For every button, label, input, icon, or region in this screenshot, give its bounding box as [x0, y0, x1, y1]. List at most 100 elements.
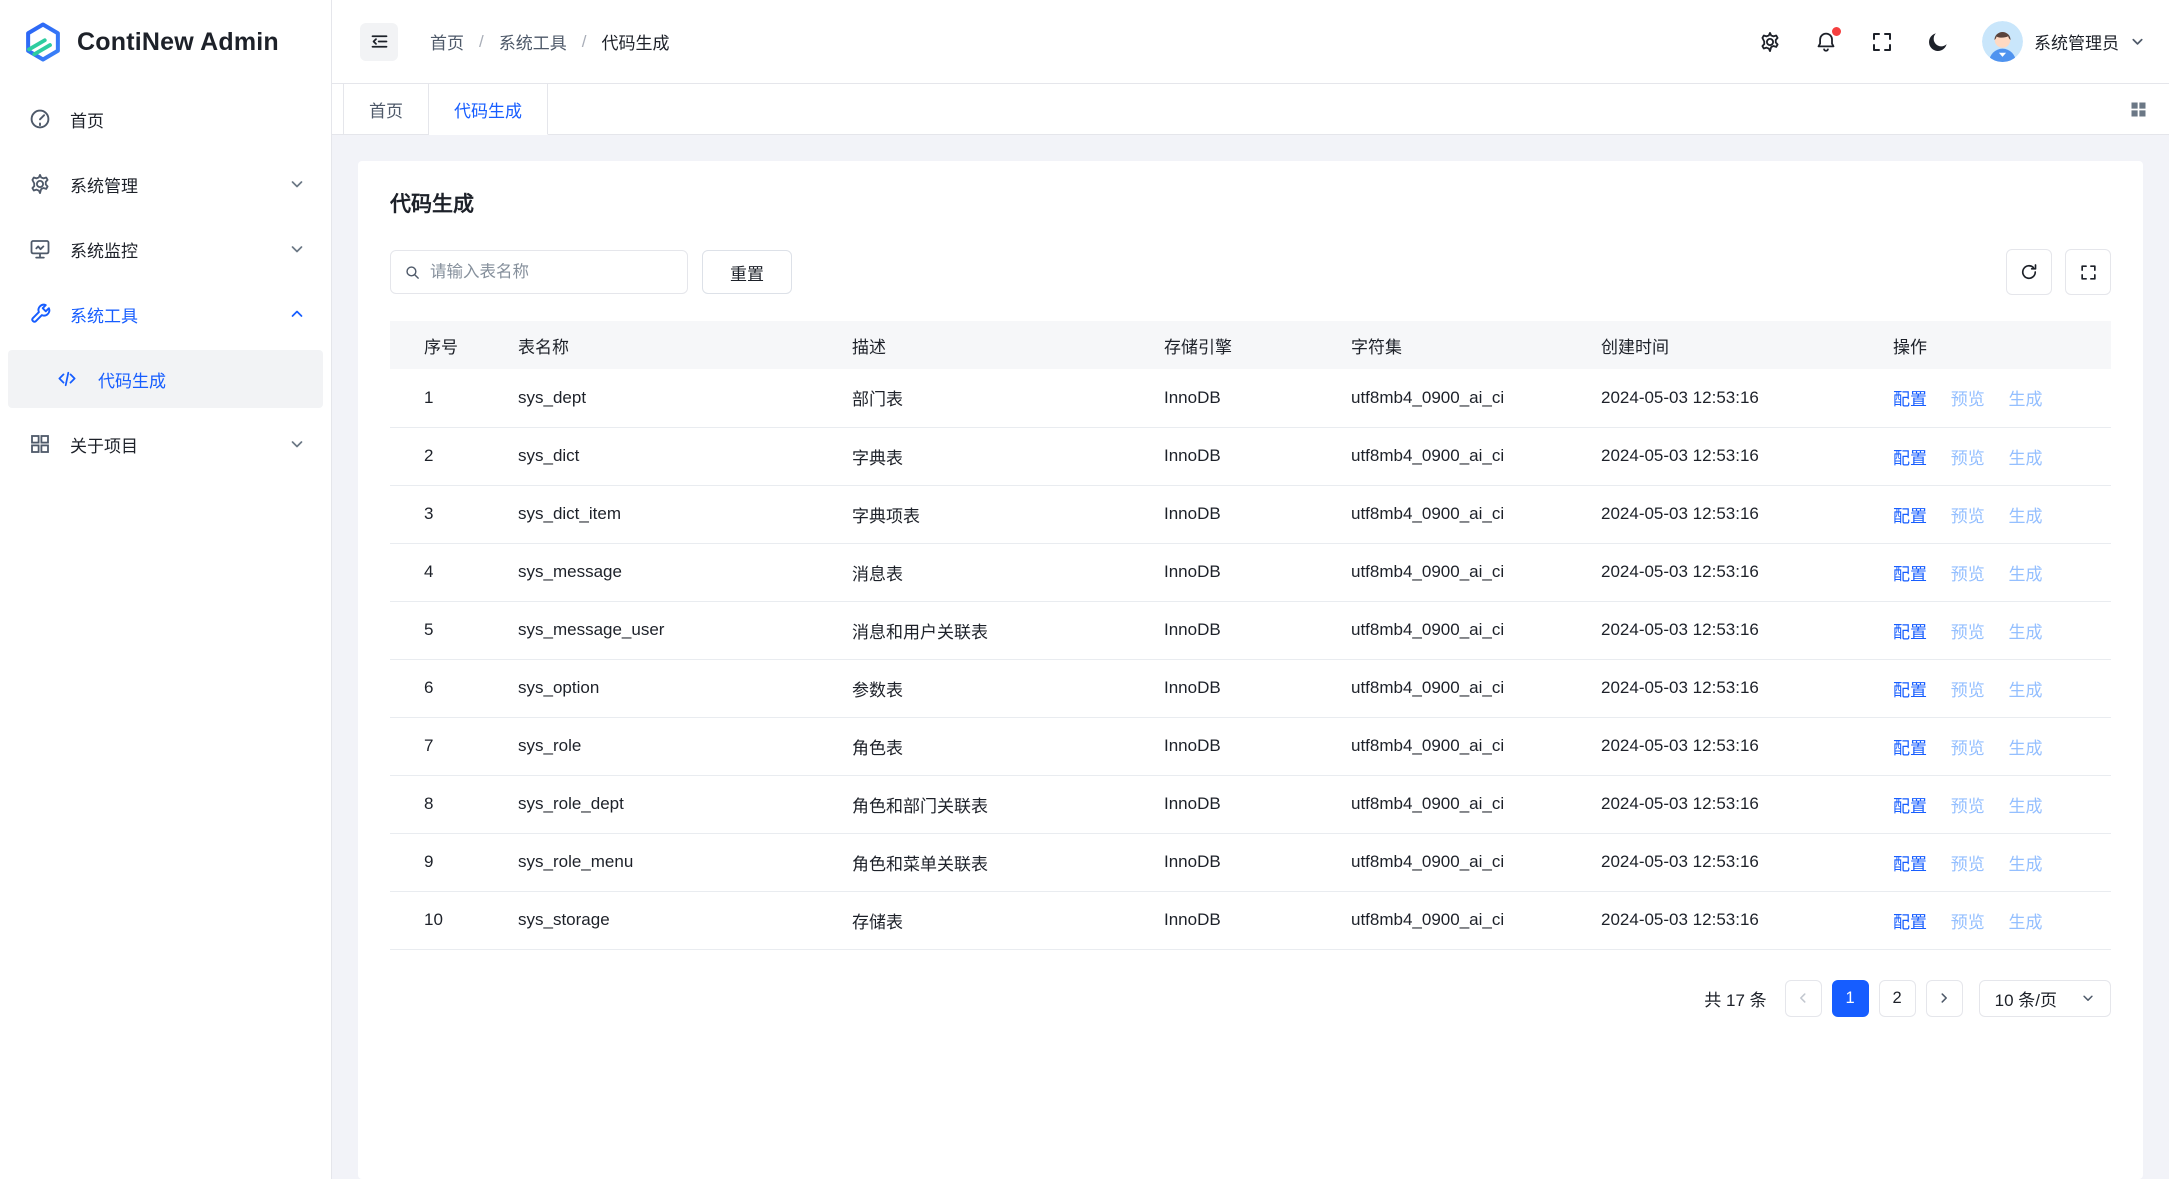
- configure-link[interactable]: 配置: [1893, 565, 1927, 584]
- preview-link[interactable]: 预览: [1951, 855, 1985, 874]
- settings-icon: [28, 172, 52, 196]
- configure-link[interactable]: 配置: [1893, 623, 1927, 642]
- cell-table-name: sys_role: [518, 717, 852, 775]
- fullscreen-button[interactable]: [1870, 30, 1894, 54]
- breadcrumb-item-home[interactable]: 首页: [430, 29, 464, 54]
- configure-link[interactable]: 配置: [1893, 507, 1927, 526]
- notification-button[interactable]: [1814, 30, 1838, 54]
- configure-link[interactable]: 配置: [1893, 739, 1927, 758]
- cell-description: 角色表: [852, 717, 1164, 775]
- cell-operations: 配置 预览 生成: [1893, 659, 2111, 717]
- cell-table-name: sys_dept: [518, 369, 852, 427]
- generate-link[interactable]: 生成: [2008, 913, 2042, 932]
- pagination-next-button[interactable]: [1926, 980, 1963, 1017]
- tab-actions[interactable]: [2128, 84, 2169, 135]
- generate-link[interactable]: 生成: [2008, 390, 2042, 409]
- sidebar-item-system-admin[interactable]: 系统管理: [8, 155, 323, 213]
- user-menu[interactable]: 系统管理员: [1982, 21, 2145, 62]
- preview-link[interactable]: 预览: [1951, 913, 1985, 932]
- table-row: 10 sys_storage 存储表 InnoDB utf8mb4_0900_a…: [390, 891, 2111, 949]
- cell-description: 消息和用户关联表: [852, 601, 1164, 659]
- tab-home[interactable]: 首页: [343, 84, 429, 135]
- search-input[interactable]: [430, 263, 674, 282]
- cell-operations: 配置 预览 生成: [1893, 543, 2111, 601]
- username: 系统管理员: [2034, 29, 2119, 54]
- cell-charset: utf8mb4_0900_ai_ci: [1351, 601, 1601, 659]
- cell-charset: utf8mb4_0900_ai_ci: [1351, 485, 1601, 543]
- configure-link[interactable]: 配置: [1893, 797, 1927, 816]
- cell-description: 存储表: [852, 891, 1164, 949]
- configure-link[interactable]: 配置: [1893, 681, 1927, 700]
- sidebar-item-home[interactable]: 首页: [8, 90, 323, 148]
- configure-link[interactable]: 配置: [1893, 449, 1927, 468]
- table-name-search[interactable]: [390, 250, 688, 294]
- breadcrumb-separator: /: [582, 32, 587, 52]
- preview-link[interactable]: 预览: [1951, 449, 1985, 468]
- logo-row[interactable]: ContiNew Admin: [0, 0, 331, 84]
- column-header-created-time: 创建时间: [1601, 321, 1893, 369]
- column-header-description: 描述: [852, 321, 1164, 369]
- table-row: 1 sys_dept 部门表 InnoDB utf8mb4_0900_ai_ci…: [390, 369, 2111, 427]
- sidebar-item-label: 系统工具: [70, 302, 138, 327]
- breadcrumb-item-code-generation: 代码生成: [601, 29, 669, 54]
- cell-table-name: sys_role_dept: [518, 775, 852, 833]
- configure-link[interactable]: 配置: [1893, 390, 1927, 409]
- sidebar-item-label: 系统管理: [70, 172, 138, 197]
- cell-no: 2: [390, 427, 518, 485]
- preview-link[interactable]: 预览: [1951, 739, 1985, 758]
- preview-link[interactable]: 预览: [1951, 797, 1985, 816]
- app-logo-icon: [22, 21, 64, 63]
- reset-button[interactable]: 重置: [702, 250, 792, 294]
- top-bar: 首页 / 系统工具 / 代码生成: [332, 0, 2169, 84]
- pagination-page-2[interactable]: 2: [1879, 980, 1916, 1017]
- generate-link[interactable]: 生成: [2008, 855, 2042, 874]
- refresh-icon: [2019, 262, 2039, 282]
- table-row: 7 sys_role 角色表 InnoDB utf8mb4_0900_ai_ci…: [390, 717, 2111, 775]
- code-icon: [56, 368, 78, 390]
- generate-link[interactable]: 生成: [2008, 623, 2042, 642]
- page-size-select[interactable]: 10 条/页: [1979, 980, 2111, 1017]
- cell-operations: 配置 预览 生成: [1893, 601, 2111, 659]
- generate-link[interactable]: 生成: [2008, 449, 2042, 468]
- page-size-value: 10 条/页: [1995, 986, 2057, 1011]
- configure-link[interactable]: 配置: [1893, 855, 1927, 874]
- cell-operations: 配置 预览 生成: [1893, 717, 2111, 775]
- generate-link[interactable]: 生成: [2008, 565, 2042, 584]
- expand-table-button[interactable]: [2065, 249, 2111, 295]
- cell-created-time: 2024-05-03 12:53:16: [1601, 427, 1893, 485]
- sidebar-subitem-code-generation[interactable]: 代码生成: [8, 350, 323, 408]
- generate-link[interactable]: 生成: [2008, 507, 2042, 526]
- refresh-button[interactable]: [2006, 249, 2052, 295]
- cell-created-time: 2024-05-03 12:53:16: [1601, 891, 1893, 949]
- generate-link[interactable]: 生成: [2008, 739, 2042, 758]
- cell-operations: 配置 预览 生成: [1893, 775, 2111, 833]
- pagination-page-1[interactable]: 1: [1832, 980, 1869, 1017]
- sidebar-item-label: 首页: [70, 107, 104, 132]
- table-tools: [2006, 249, 2111, 295]
- cell-charset: utf8mb4_0900_ai_ci: [1351, 833, 1601, 891]
- cell-storage-engine: InnoDB: [1164, 485, 1351, 543]
- cell-storage-engine: InnoDB: [1164, 891, 1351, 949]
- breadcrumb-item-system-tools[interactable]: 系统工具: [499, 29, 567, 54]
- sidebar-item-about[interactable]: 关于项目: [8, 415, 323, 473]
- topbar-actions: 系统管理员: [1758, 21, 2145, 62]
- preview-link[interactable]: 预览: [1951, 390, 1985, 409]
- cell-description: 消息表: [852, 543, 1164, 601]
- dark-mode-button[interactable]: [1926, 30, 1950, 54]
- generate-link[interactable]: 生成: [2008, 797, 2042, 816]
- preview-link[interactable]: 预览: [1951, 681, 1985, 700]
- tab-code-generation[interactable]: 代码生成: [429, 84, 548, 135]
- configure-link[interactable]: 配置: [1893, 913, 1927, 932]
- table-row: 2 sys_dict 字典表 InnoDB utf8mb4_0900_ai_ci…: [390, 427, 2111, 485]
- sidebar-collapse-button[interactable]: [360, 23, 398, 61]
- preview-link[interactable]: 预览: [1951, 623, 1985, 642]
- sidebar-item-system-monitor[interactable]: 系统监控: [8, 220, 323, 278]
- cell-created-time: 2024-05-03 12:53:16: [1601, 543, 1893, 601]
- pagination-prev-button[interactable]: [1785, 980, 1822, 1017]
- sidebar-item-system-tools[interactable]: 系统工具: [8, 285, 323, 343]
- fullscreen-icon: [1870, 30, 1894, 54]
- settings-button[interactable]: [1758, 30, 1782, 54]
- preview-link[interactable]: 预览: [1951, 507, 1985, 526]
- preview-link[interactable]: 预览: [1951, 565, 1985, 584]
- generate-link[interactable]: 生成: [2008, 681, 2042, 700]
